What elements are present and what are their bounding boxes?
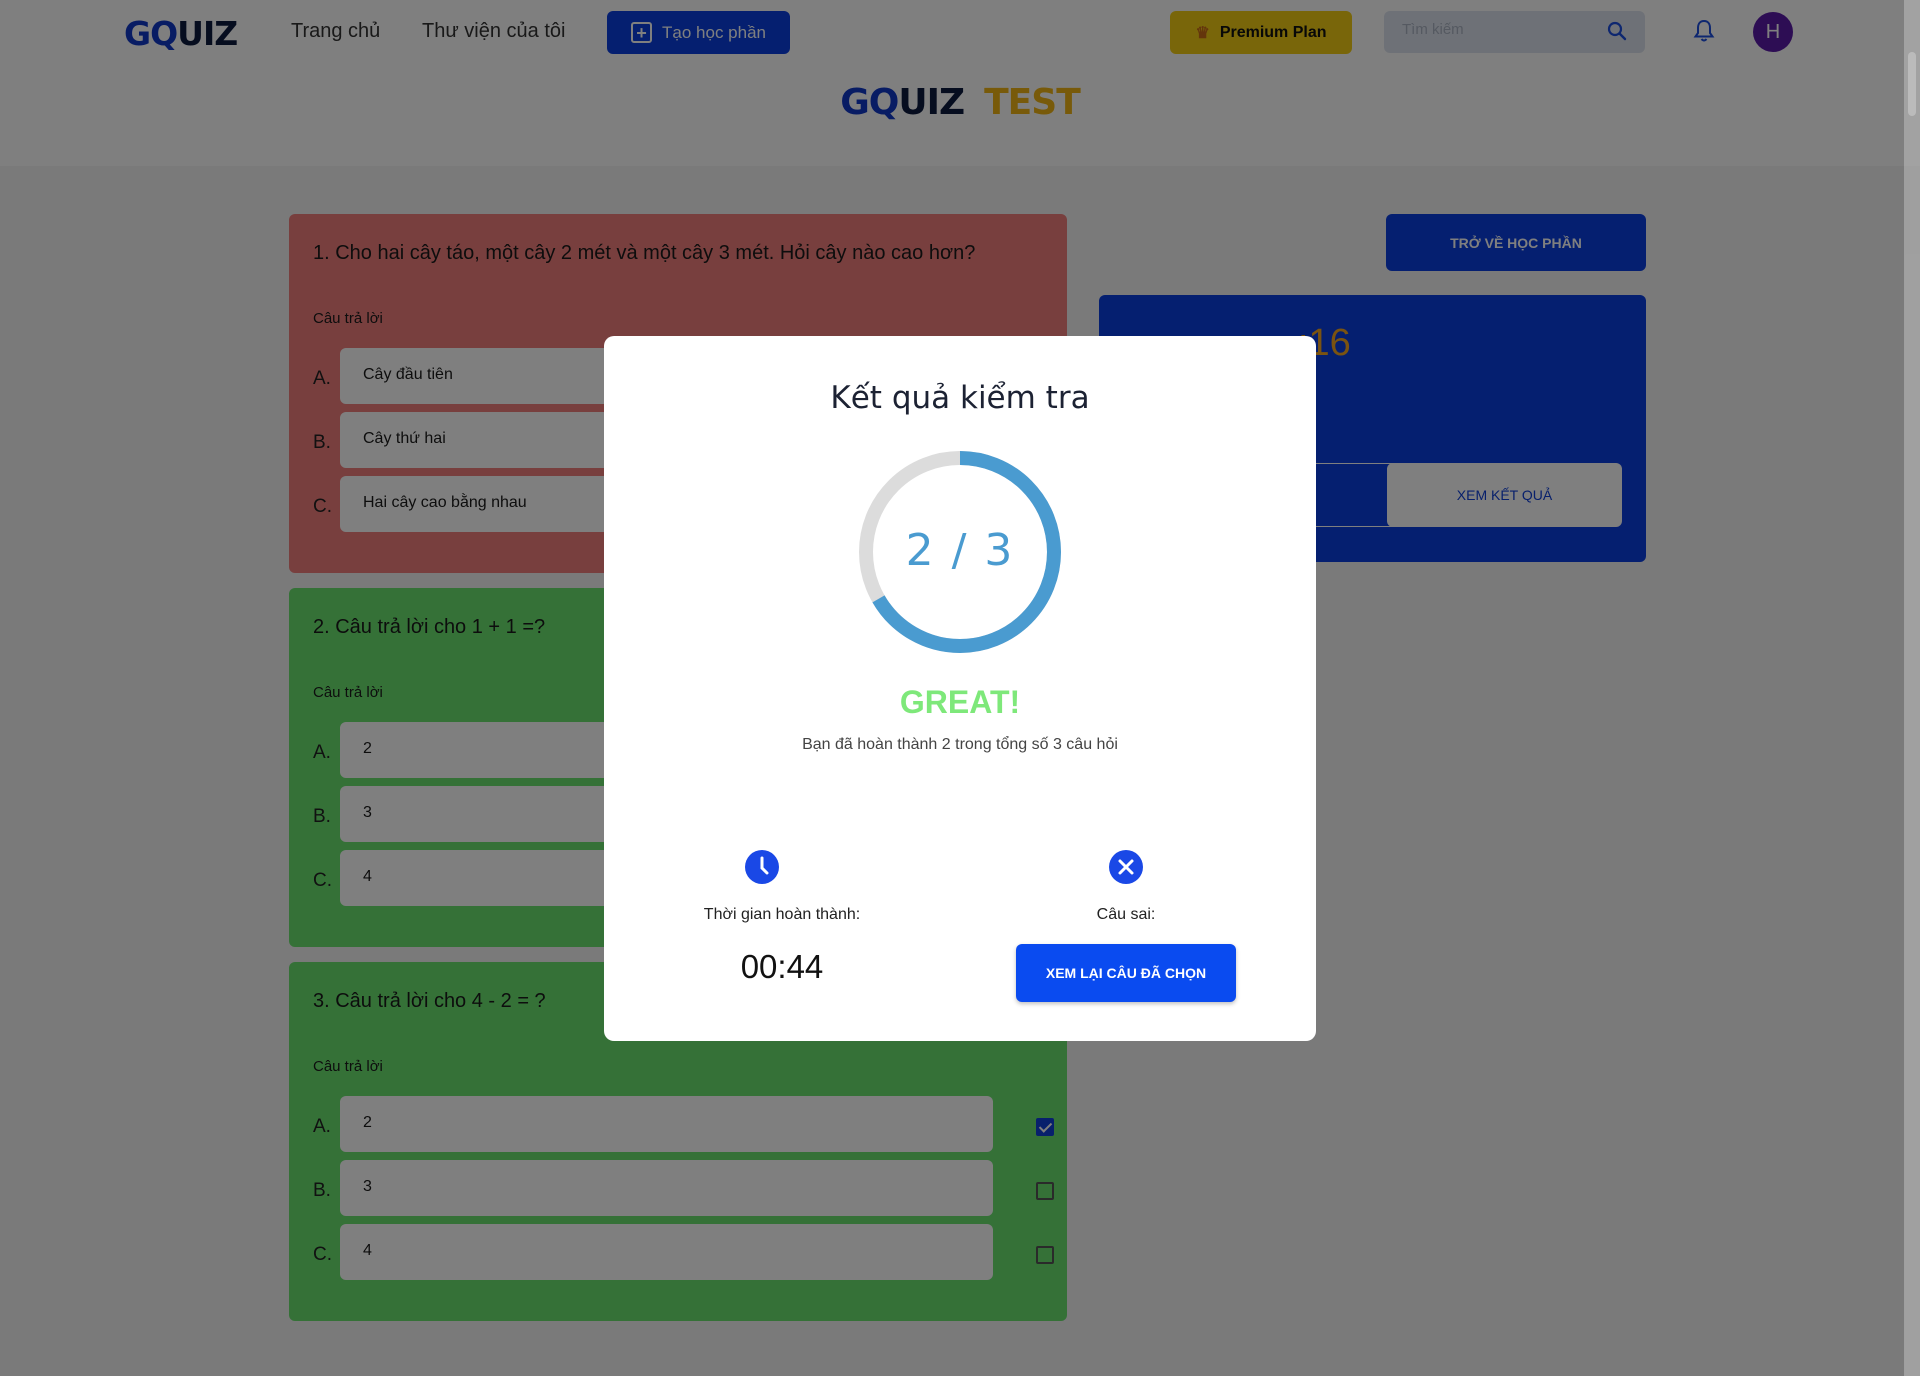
completion-time-label: Thời gian hoàn thành: (703, 906, 861, 923)
review-selected-button[interactable]: XEM LẠI CÂU ĐÃ CHỌN (1016, 944, 1236, 1002)
wrong-answers-label: Câu sai: (1096, 906, 1156, 923)
modal-title: Kết quả kiểm tra (830, 380, 1090, 416)
verdict-text: GREAT! (899, 684, 1021, 720)
summary-text: Bạn đã hoàn thành 2 trong tổng số 3 câu … (802, 736, 1118, 753)
score-text: 2 / 3 (905, 525, 1015, 576)
scrollbar[interactable] (1904, 0, 1920, 1376)
result-modal: Kết quả kiểm tra 2 / 3 GREAT! Bạn đã hoà… (604, 336, 1316, 1041)
scrollbar-thumb[interactable] (1908, 52, 1916, 116)
completion-time-value: 00:44 (740, 948, 824, 985)
close-circle-icon (1109, 850, 1143, 884)
clock-icon (745, 850, 779, 884)
